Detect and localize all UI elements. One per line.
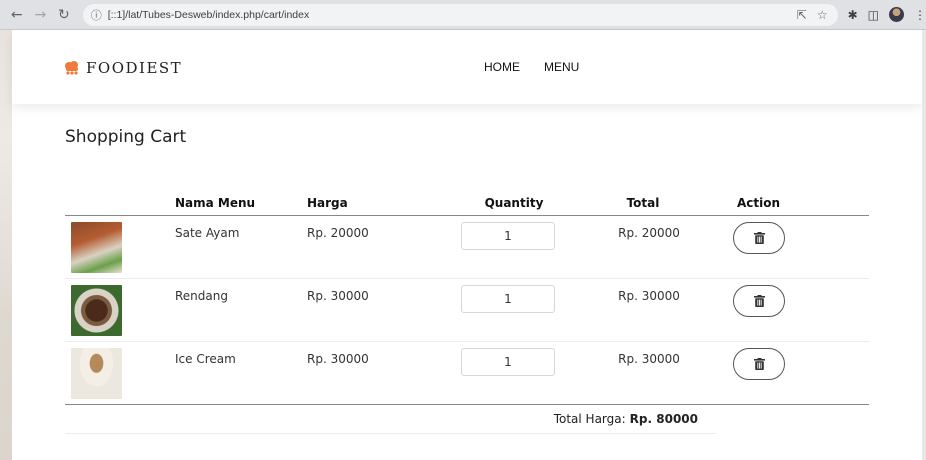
profile-avatar[interactable]	[889, 7, 904, 22]
header-price: Harga	[307, 195, 348, 210]
header-action: Action	[737, 195, 781, 210]
header-total: Total	[626, 195, 660, 210]
trash-icon	[753, 232, 765, 244]
header-name: Nama Menu	[175, 195, 256, 210]
delete-item-button[interactable]	[733, 348, 785, 380]
address-bar-url: [::1]/lat/Tubes-Desweb/index.php/cart/in…	[107, 8, 310, 21]
page-scrollbar[interactable]	[922, 30, 926, 460]
cart-total: Total Harga: Rp. 80000	[65, 404, 716, 434]
side-panel-icon[interactable]: ◫	[868, 8, 879, 22]
address-bar[interactable]: ⓘ [::1]/lat/Tubes-Desweb/index.php/cart/…	[82, 3, 838, 26]
trash-icon	[753, 358, 765, 370]
total-label: Total Harga:	[553, 411, 626, 426]
web-page: FOODIEST HOME MENU Shopping Cart Nama Me…	[12, 30, 922, 460]
item-name: Sate Ayam	[175, 226, 240, 240]
item-price: Rp. 20000	[307, 226, 369, 240]
nav-menu-link[interactable]: MENU	[544, 60, 579, 74]
delete-item-button[interactable]	[733, 285, 785, 317]
page-title: Shopping Cart	[65, 127, 187, 147]
item-price: Rp. 30000	[307, 352, 369, 366]
table-row: Rendang Rp. 30000 Rp. 30000	[65, 279, 869, 342]
main-menu: HOME MENU	[484, 60, 579, 74]
bookmark-star-icon[interactable]: ☆	[817, 8, 828, 22]
brand-name: FOODIEST	[86, 59, 183, 77]
item-total: Rp. 30000	[618, 352, 680, 366]
back-arrow-icon[interactable]: ←	[6, 4, 28, 26]
more-menu-icon[interactable]: ⋮	[914, 8, 926, 22]
site-info-icon[interactable]: ⓘ	[91, 7, 102, 23]
quantity-input[interactable]	[461, 348, 555, 376]
extensions-puzzle-icon[interactable]: ✱	[848, 8, 858, 22]
forward-arrow-icon[interactable]: →	[30, 4, 52, 26]
delete-item-button[interactable]	[733, 222, 785, 254]
total-value: Rp. 80000	[629, 411, 698, 426]
browser-toolbar: ← → ↻ ⓘ [::1]/lat/Tubes-Desweb/index.php…	[0, 0, 926, 30]
item-name: Rendang	[175, 289, 228, 303]
header-quantity: Quantity	[484, 195, 544, 210]
site-navbar: FOODIEST HOME MENU	[12, 30, 922, 104]
cart-table-header: Nama Menu Harga Quantity Total Action	[65, 190, 869, 216]
quantity-input[interactable]	[461, 285, 555, 313]
item-total: Rp. 30000	[618, 289, 680, 303]
item-price: Rp. 30000	[307, 289, 369, 303]
trash-icon	[753, 295, 765, 307]
sate-ayam-image	[71, 222, 122, 273]
quantity-input[interactable]	[461, 222, 555, 250]
item-total: Rp. 20000	[618, 226, 680, 240]
nav-home-link[interactable]: HOME	[484, 60, 520, 74]
table-row: Sate Ayam Rp. 20000 Rp. 20000	[65, 216, 869, 279]
ice-cream-image	[71, 348, 122, 399]
table-row: Ice Cream Rp. 30000 Rp. 30000	[65, 342, 869, 405]
share-icon[interactable]: ⇱	[797, 8, 807, 22]
site-logo[interactable]: FOODIEST	[64, 59, 182, 77]
rendang-image	[71, 285, 122, 336]
food-logo-icon	[65, 61, 78, 75]
reload-icon[interactable]: ↻	[53, 4, 75, 26]
item-name: Ice Cream	[175, 352, 236, 366]
cart-table: Nama Menu Harga Quantity Total Action Sa…	[65, 190, 869, 405]
